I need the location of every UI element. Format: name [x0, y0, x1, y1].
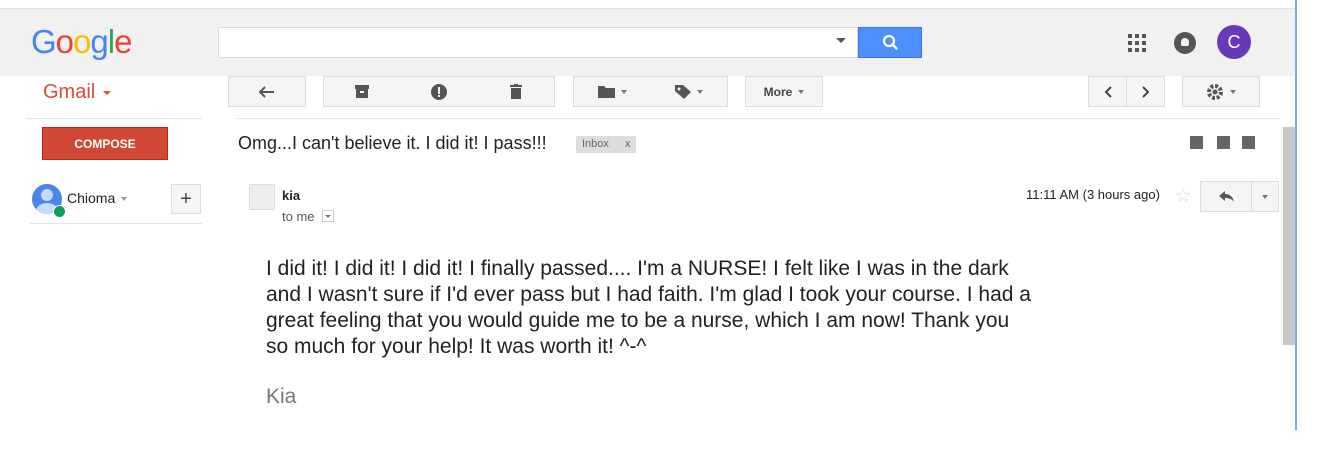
- gear-icon: [1207, 83, 1223, 100]
- compose-button[interactable]: COMPOSE: [42, 127, 168, 160]
- back-button[interactable]: [228, 76, 306, 107]
- new-hangout-button[interactable]: +: [171, 184, 201, 214]
- star-icon[interactable]: ☆: [1174, 183, 1192, 208]
- search-input[interactable]: [218, 27, 858, 58]
- reply-icon: [1218, 191, 1234, 202]
- message-signature: Kia: [266, 385, 297, 408]
- divider: [30, 223, 202, 224]
- move-to-button[interactable]: [573, 76, 651, 107]
- hangouts-user-name[interactable]: Chioma: [67, 190, 115, 206]
- sender-name[interactable]: kia: [282, 188, 300, 203]
- newer-button[interactable]: [1088, 76, 1127, 107]
- reply-button[interactable]: [1200, 181, 1252, 212]
- chevron-down-icon: [1230, 89, 1236, 94]
- sender-avatar: [249, 184, 275, 210]
- apps-grid-icon[interactable]: [1128, 34, 1146, 52]
- report-spam-button[interactable]: [400, 76, 478, 107]
- gmail-menu[interactable]: Gmail: [43, 81, 95, 104]
- more-actions-button[interactable]: [1251, 181, 1279, 212]
- account-avatar[interactable]: C: [1217, 25, 1251, 59]
- message-timestamp: 11:11 AM (3 hours ago): [1026, 187, 1160, 202]
- chevron-down-icon: [696, 89, 703, 94]
- search-button[interactable]: [858, 27, 922, 58]
- email-subject: Omg...I can't believe it. I did it! I pa…: [238, 133, 547, 153]
- chevron-right-icon: [1141, 85, 1149, 98]
- more-button[interactable]: More: [745, 76, 823, 107]
- remove-label-button[interactable]: x: [625, 138, 631, 150]
- older-button[interactable]: [1127, 76, 1165, 107]
- show-details-chevron-icon[interactable]: [322, 210, 334, 222]
- label-tag-icon: [674, 84, 691, 99]
- print-icon[interactable]: [1217, 136, 1230, 149]
- spam-icon: [430, 83, 447, 100]
- inbox-label-badge[interactable]: Inbox x: [576, 136, 637, 153]
- trash-icon: [509, 84, 522, 99]
- search-options-chevron-icon[interactable]: [836, 38, 846, 43]
- chevron-down-icon: [1262, 194, 1268, 199]
- chevron-left-icon: [1104, 85, 1112, 98]
- folder-icon: [597, 86, 615, 98]
- delete-button[interactable]: [477, 76, 555, 107]
- chevron-down-icon[interactable]: [121, 197, 127, 201]
- recipient-text: to me: [282, 209, 315, 224]
- divider: [26, 118, 202, 119]
- back-arrow-icon: [259, 85, 274, 98]
- google-logo[interactable]: Google: [31, 24, 132, 60]
- labels-button[interactable]: [650, 76, 728, 107]
- download-icon[interactable]: [1190, 136, 1203, 149]
- online-status-icon: [53, 205, 66, 218]
- message-body: I did it! I did it! I did it! I finally …: [266, 257, 1031, 358]
- scrollbar[interactable]: [1283, 127, 1295, 345]
- settings-button[interactable]: [1182, 76, 1260, 107]
- chevron-down-icon: [620, 89, 627, 94]
- divider: [237, 118, 1280, 119]
- inbox-label-text: Inbox: [582, 138, 609, 150]
- new-window-icon[interactable]: [1242, 136, 1255, 149]
- gmail-chevron-down-icon: [103, 91, 111, 95]
- notifications-icon[interactable]: [1174, 32, 1196, 54]
- archive-icon: [355, 85, 369, 98]
- archive-button[interactable]: [323, 76, 401, 107]
- search-icon: [882, 34, 898, 50]
- window-edge: [1295, 0, 1297, 430]
- chevron-down-icon: [798, 89, 805, 94]
- more-label: More: [763, 84, 793, 99]
